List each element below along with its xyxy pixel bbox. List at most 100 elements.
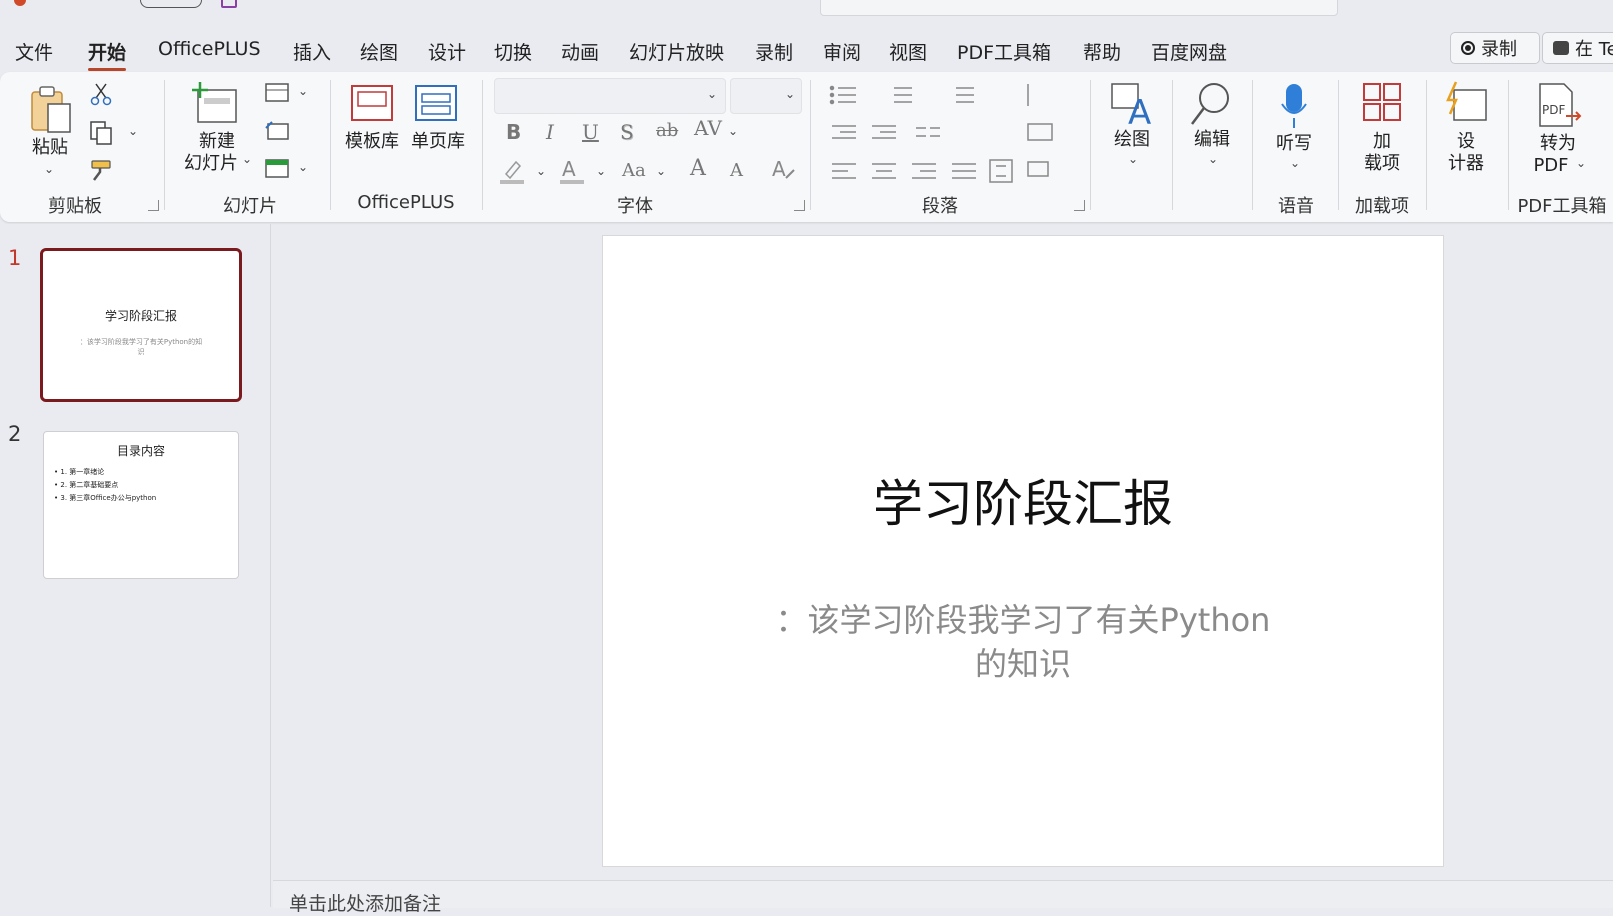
tab-home[interactable]: 开始 xyxy=(88,38,127,71)
addins-label[interactable]: 加 xyxy=(1356,130,1408,154)
paragraph-launcher-icon[interactable] xyxy=(1074,200,1085,211)
copy-dropdown-icon[interactable]: ⌄ xyxy=(128,124,138,138)
notes-placeholder: 单击此处添加备注 xyxy=(289,893,442,915)
paste-icon xyxy=(31,86,71,133)
shadow-button[interactable]: S xyxy=(620,120,634,144)
designer-label[interactable]: 设 xyxy=(1440,130,1492,154)
record-label: 录制 xyxy=(1481,39,1517,60)
separator xyxy=(810,80,811,210)
change-case-dropdown-icon[interactable]: ⌄ xyxy=(656,164,666,178)
tab-slideshow[interactable]: 幻灯片放映 xyxy=(629,38,724,65)
addins-button[interactable]: 载项 xyxy=(1356,152,1408,176)
to-pdf-label[interactable]: 转为 xyxy=(1528,132,1588,156)
char-spacing-dropdown-icon[interactable]: ⌄ xyxy=(728,124,738,138)
cut-icon[interactable] xyxy=(90,82,112,106)
strikethrough-button[interactable]: ab xyxy=(656,120,678,141)
slide-thumbnail-1[interactable]: 学习阶段汇报 ：该学习阶段我学习了有关Python的知识 xyxy=(40,248,242,402)
slide-thumbnail-2[interactable]: 目录内容 • 1. 第一章绪论 • 2. 第二章基础要点 • 3. 第三章Off… xyxy=(43,431,239,579)
new-slide-icon xyxy=(192,82,237,123)
record-icon xyxy=(1461,41,1475,55)
dictate-button[interactable]: 听写 xyxy=(1266,132,1322,156)
draw-dropdown-icon[interactable]: ⌄ xyxy=(1128,152,1138,166)
copy-icon[interactable] xyxy=(88,120,114,146)
thumb-title: 目录内容 xyxy=(116,444,165,458)
reset-icon[interactable] xyxy=(264,120,290,142)
paste-button[interactable]: 粘贴 xyxy=(26,136,74,160)
format-painter-icon[interactable] xyxy=(88,158,114,184)
layout-dropdown-icon[interactable]: ⌄ xyxy=(298,84,308,98)
edit-button[interactable]: 编辑 xyxy=(1184,128,1240,152)
record-button[interactable]: 录制 xyxy=(1450,32,1540,64)
clear-formatting-icon[interactable]: A xyxy=(770,156,798,184)
font-name-combo[interactable]: ⌄ xyxy=(494,78,726,114)
font-color-dropdown-icon[interactable]: ⌄ xyxy=(596,164,606,178)
microphone-icon xyxy=(1281,84,1307,128)
separator xyxy=(1252,80,1253,210)
thumb-title: 学习阶段汇报 xyxy=(104,309,177,323)
tab-insert[interactable]: 插入 xyxy=(293,38,331,65)
change-case-button[interactable]: Aa xyxy=(622,160,646,181)
tab-transitions[interactable]: 切换 xyxy=(494,38,532,65)
teams-label: 在 Te xyxy=(1575,39,1613,60)
thumb-bullet: • 3. 第三章Office办公与python xyxy=(54,494,157,502)
dictate-dropdown-icon[interactable]: ⌄ xyxy=(1290,156,1300,170)
font-launcher-icon[interactable] xyxy=(794,200,805,211)
thumb-bullet: • 2. 第二章基础要点 xyxy=(54,481,119,489)
addins-icon xyxy=(1363,83,1401,121)
save-icon[interactable] xyxy=(221,0,237,8)
underline-button[interactable]: U xyxy=(582,120,599,144)
slide-canvas[interactable]: 学习阶段汇报 ：该学习阶段我学习了有关Python 的知识 xyxy=(602,235,1444,867)
new-slide-label[interactable]: 新建 xyxy=(182,130,252,154)
slide-thumbnail-pane[interactable]: 1 学习阶段汇报 ：该学习阶段我学习了有关Python的知识 2 目录内容 • … xyxy=(0,224,271,907)
layout-icon[interactable] xyxy=(264,82,290,104)
tab-draw[interactable]: 绘图 xyxy=(360,38,398,65)
tab-record[interactable]: 录制 xyxy=(755,38,793,65)
slide-subtitle[interactable]: ：该学习阶段我学习了有关Python 的知识 xyxy=(603,598,1443,686)
teams-button[interactable]: 在 Te xyxy=(1542,32,1613,64)
tab-design[interactable]: 设计 xyxy=(428,38,466,65)
edit-dropdown-icon[interactable]: ⌄ xyxy=(1208,152,1218,166)
highlight-icon[interactable] xyxy=(498,156,526,184)
thumb-bullet: • 1. 第一章绪论 xyxy=(54,468,105,476)
autosave-toggle[interactable] xyxy=(140,0,202,8)
section-icon[interactable] xyxy=(264,158,290,180)
paste-dropdown-icon[interactable]: ⌄ xyxy=(44,162,54,176)
grow-font-button[interactable]: A xyxy=(690,156,706,181)
italic-button[interactable]: I xyxy=(546,120,554,144)
draw-button[interactable]: 绘图 xyxy=(1104,128,1160,152)
tab-officeplus[interactable]: OfficePLUS xyxy=(158,38,261,60)
search-box[interactable] xyxy=(820,0,1338,16)
tab-view[interactable]: 视图 xyxy=(889,38,927,65)
tab-baidu-netdisk[interactable]: 百度网盘 xyxy=(1151,38,1227,65)
tab-review[interactable]: 审阅 xyxy=(823,38,861,65)
pdf-convert-icon: PDF xyxy=(1539,83,1582,127)
designer-button[interactable]: 计器 xyxy=(1440,152,1492,176)
to-pdf-button[interactable]: PDF xyxy=(1526,154,1576,178)
tab-file[interactable]: 文件 xyxy=(15,38,53,65)
char-spacing-button[interactable]: AV xyxy=(694,116,722,140)
tab-pdf-tools[interactable]: PDF工具箱 xyxy=(957,38,1051,65)
new-slide-button[interactable]: 幻灯片 xyxy=(176,152,246,176)
font-color-icon[interactable]: A xyxy=(558,156,586,184)
app-logo-icon xyxy=(14,0,26,6)
group-label-officeplus: OfficePLUS xyxy=(357,192,455,213)
template-library-button[interactable]: 模板库 xyxy=(342,130,402,154)
slide-title[interactable]: 学习阶段汇报 xyxy=(603,464,1443,536)
tab-animations[interactable]: 动画 xyxy=(561,38,599,65)
slide-number: 1 xyxy=(8,246,22,270)
notes-pane[interactable]: 单击此处添加备注 xyxy=(273,880,1613,915)
clipboard-launcher-icon[interactable] xyxy=(148,200,159,211)
separator xyxy=(1172,80,1173,210)
new-slide-dropdown-icon[interactable]: ⌄ xyxy=(242,152,252,166)
separator xyxy=(1090,80,1091,210)
bold-button[interactable]: B xyxy=(506,120,521,144)
page-library-icon xyxy=(415,85,457,121)
to-pdf-dropdown-icon[interactable]: ⌄ xyxy=(1576,156,1586,170)
slide-number: 2 xyxy=(8,422,22,446)
highlight-dropdown-icon[interactable]: ⌄ xyxy=(536,164,546,178)
shrink-font-button[interactable]: A xyxy=(730,160,743,181)
tab-help[interactable]: 帮助 xyxy=(1083,38,1121,65)
font-size-combo[interactable]: ⌄ xyxy=(730,78,802,114)
page-library-button[interactable]: 单页库 xyxy=(408,130,468,154)
section-dropdown-icon[interactable]: ⌄ xyxy=(298,160,308,174)
